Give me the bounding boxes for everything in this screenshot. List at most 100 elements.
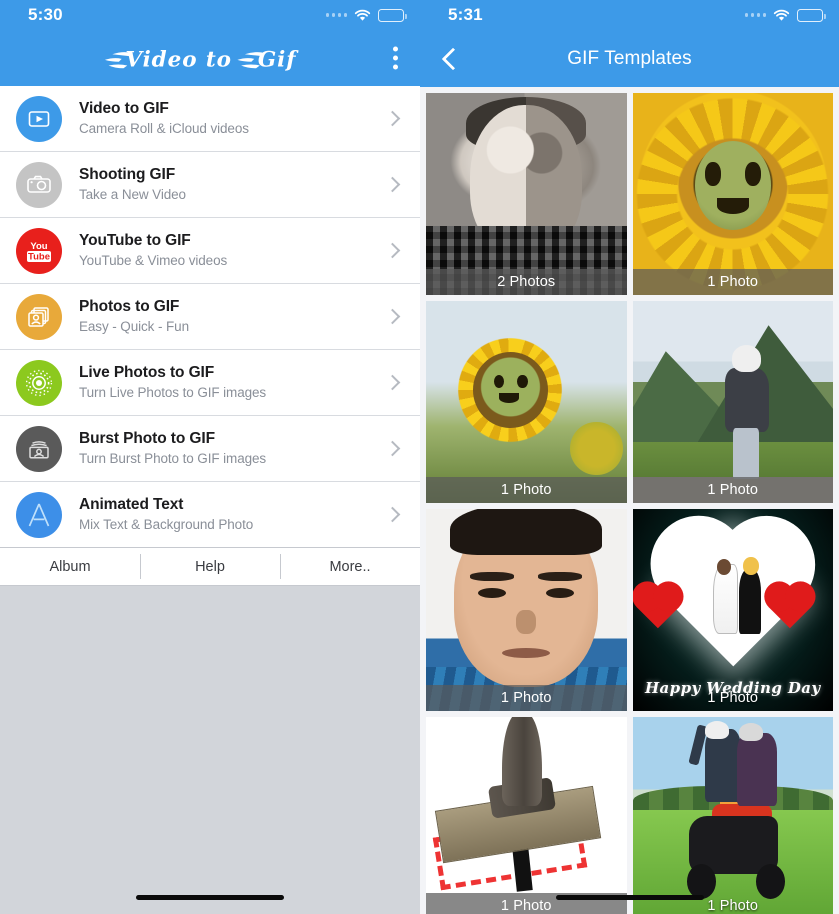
left-nav-bar: Video to Gif Video to Gif (0, 30, 420, 86)
chevron-right-icon (384, 440, 401, 457)
person-mountain-landscape-art (632, 301, 833, 503)
photo-stack-icon (16, 293, 62, 340)
app-title-logo: Video to Gif Video to Gif (104, 47, 299, 72)
menu-item-subtitle: Camera Roll & iCloud videos (79, 120, 249, 136)
right-nav-bar: GIF Templates (420, 30, 839, 87)
template-card[interactable]: 1 Photo (423, 506, 630, 714)
dual-screenshot-container: 5:30 Video to Gif Video to GIF Camera Ro… (0, 0, 839, 914)
sunflower-closeup-smiley-art (632, 93, 833, 295)
empty-content-area (0, 586, 420, 914)
sunflower-field-smiley-art (426, 301, 627, 503)
selfie-portrait-blue-shirt-art (426, 509, 627, 711)
home-indicator[interactable] (555, 895, 704, 900)
template-card[interactable]: Happy Wedding Day 1 Photo (630, 506, 837, 714)
home-indicator[interactable] (136, 895, 284, 900)
template-card[interactable]: 2 Photos (423, 90, 630, 298)
bottom-tab-bar: Album Help More.. (0, 548, 420, 586)
template-card[interactable]: 1 Photo (630, 714, 837, 914)
video-play-icon (16, 95, 62, 142)
menu-item-text: YouTube to GIF YouTube & Vimeo videos (62, 231, 387, 270)
menu-item-title: YouTube to GIF (79, 232, 191, 250)
status-time: 5:31 (448, 5, 483, 24)
template-card[interactable]: 1 Photo (630, 90, 837, 298)
template-thumbnail: 1 Photo (426, 717, 627, 914)
template-caption: 2 Photos (426, 269, 627, 295)
page-title: GIF Templates (567, 47, 692, 69)
battery-full-icon (797, 8, 826, 22)
chevron-right-icon (384, 110, 401, 127)
menu-item-title: Photos to GIF (79, 298, 180, 316)
menu-item-shooting-gif[interactable]: Shooting GIF Take a New Video (0, 152, 420, 218)
chevron-right-icon (384, 308, 401, 325)
template-thumbnail: 1 Photo (632, 717, 833, 914)
main-menu-list: Video to GIF Camera Roll & iCloud videos… (0, 86, 420, 548)
menu-item-animated-text[interactable]: Animated Text Mix Text & Background Phot… (0, 482, 420, 548)
left-phone-screen: 5:30 Video to Gif Video to GIF Camera Ro… (0, 0, 420, 914)
template-thumbnail: 1 Photo (426, 509, 627, 711)
wifi-icon (773, 9, 790, 22)
menu-item-title: Shooting GIF (79, 166, 176, 184)
menu-item-title: Animated Text (79, 496, 184, 514)
gif-templates-grid: 2 Photos 1 Photo 1 Photo 1 Photo 1 Photo… (420, 87, 839, 914)
tab-album[interactable]: Album (0, 548, 140, 585)
tab-more[interactable]: More.. (280, 548, 420, 585)
chevron-right-icon (384, 374, 401, 391)
menu-item-text: Live Photos to GIF Turn Live Photos to G… (62, 363, 387, 402)
svg-text:Gif: Gif (258, 47, 299, 72)
menu-item-subtitle: Turn Live Photos to GIF images (79, 384, 267, 400)
menu-item-subtitle: Turn Burst Photo to GIF images (79, 450, 267, 466)
menu-item-text: Video to GIF Camera Roll & iCloud videos (62, 99, 387, 138)
signal-dots-icon (744, 13, 766, 17)
wifi-icon (354, 9, 371, 22)
chevron-left-icon[interactable] (436, 45, 464, 73)
menu-item-title: Live Photos to GIF (79, 364, 215, 382)
battery-full-icon (378, 8, 407, 22)
menu-item-title: Video to GIF (79, 100, 169, 118)
template-thumbnail: 1 Photo (632, 93, 833, 295)
menu-item-text: Burst Photo to GIF Turn Burst Photo to G… (62, 429, 387, 468)
template-thumbnail: 2 Photos (426, 93, 627, 295)
signal-dots-icon (325, 13, 347, 17)
template-card[interactable]: 1 Photo (630, 298, 837, 506)
template-card[interactable]: 1 Photo (423, 298, 630, 506)
template-caption: 1 Photo (632, 269, 833, 295)
youtube-icon: You Tube (16, 227, 62, 274)
chevron-right-icon (384, 176, 401, 193)
template-caption: 1 Photo (426, 477, 627, 503)
menu-item-subtitle: Take a New Video (79, 186, 186, 202)
menu-item-title: Burst Photo to GIF (79, 430, 215, 448)
menu-item-live-photos-to-gif[interactable]: Live Photos to GIF Turn Live Photos to G… (0, 350, 420, 416)
menu-item-photos-to-gif[interactable]: Photos to GIF Easy - Quick - Fun (0, 284, 420, 350)
letter-a-icon (16, 491, 62, 538)
menu-item-subtitle: Mix Text & Background Photo (79, 516, 254, 532)
tab-help[interactable]: Help (140, 548, 280, 585)
template-thumbnail: 1 Photo (632, 301, 833, 503)
left-status-bar: 5:30 (0, 0, 420, 30)
menu-item-text: Animated Text Mix Text & Background Phot… (62, 495, 387, 534)
svg-text:Tube: Tube (28, 251, 50, 262)
menu-item-subtitle: Easy - Quick - Fun (79, 318, 189, 334)
wedding-heart-art: Happy Wedding Day (632, 509, 833, 711)
rubber-stamp-art (426, 717, 627, 914)
burst-photo-icon (16, 425, 62, 472)
menu-item-youtube-to-gif[interactable]: You Tube YouTube to GIF YouTube & Vimeo … (0, 218, 420, 284)
svg-text:Video to: Video to (125, 47, 232, 72)
svg-text:You: You (30, 241, 47, 252)
chevron-right-icon (384, 242, 401, 259)
template-caption: 1 Photo (426, 685, 627, 711)
template-thumbnail: Happy Wedding Day 1 Photo (632, 509, 833, 711)
kebab-menu-icon[interactable] (385, 41, 406, 76)
status-indicators (744, 8, 826, 22)
two-riders-scooter-field-art (632, 717, 833, 914)
menu-item-text: Photos to GIF Easy - Quick - Fun (62, 297, 387, 336)
camera-icon (16, 161, 62, 208)
chevron-right-icon (384, 506, 401, 523)
status-indicators (325, 8, 407, 22)
template-card[interactable]: 1 Photo (423, 714, 630, 914)
portrait-black-and-white-art (426, 93, 627, 295)
right-status-bar: 5:31 (420, 0, 839, 30)
menu-item-subtitle: YouTube & Vimeo videos (79, 252, 228, 268)
menu-item-burst-photo-to-gif[interactable]: Burst Photo to GIF Turn Burst Photo to G… (0, 416, 420, 482)
template-thumbnail: 1 Photo (426, 301, 627, 503)
menu-item-video-to-gif[interactable]: Video to GIF Camera Roll & iCloud videos (0, 86, 420, 152)
